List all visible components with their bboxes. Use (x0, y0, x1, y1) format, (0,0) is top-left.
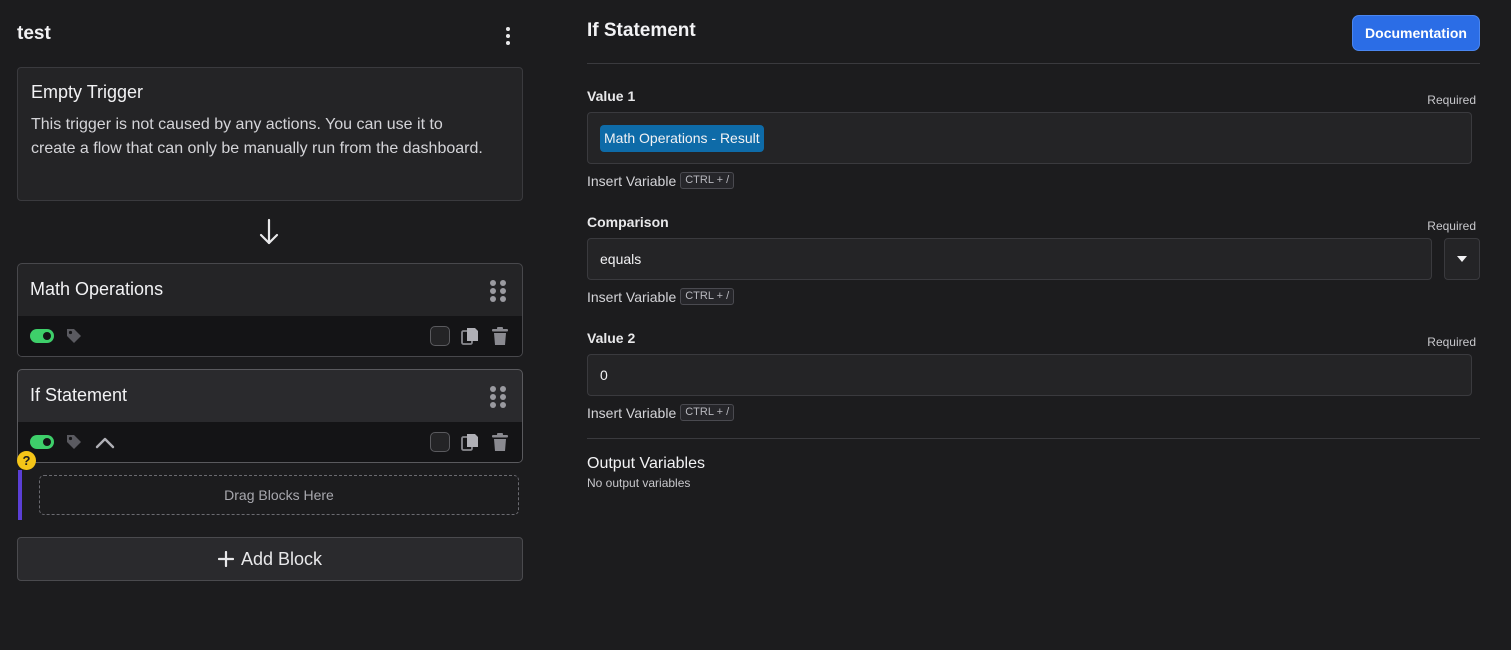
tag-icon[interactable] (65, 433, 83, 451)
divider (587, 63, 1480, 64)
value-2-value: 0 (600, 367, 608, 383)
field-label-value-1: Value 1 (587, 88, 636, 104)
panel-title: If Statement (587, 20, 696, 41)
shortcut-hint: CTRL + / (680, 404, 735, 421)
block-header[interactable]: If Statement (18, 370, 522, 422)
output-variables-title: Output Variables (587, 455, 705, 472)
flow-header: test (17, 23, 523, 49)
drop-zone-label: Drag Blocks Here (224, 487, 334, 503)
nested-branch-bar (18, 470, 22, 520)
value-2-input[interactable]: 0 (587, 354, 1472, 396)
enable-toggle[interactable] (30, 435, 54, 449)
value-1-input[interactable]: Math Operations - Result (587, 112, 1472, 164)
insert-variable-link[interactable]: Insert Variable CTRL + / (587, 172, 735, 189)
select-checkbox[interactable] (430, 432, 450, 452)
duplicate-icon[interactable] (460, 432, 480, 452)
flow-title: test (17, 23, 51, 44)
help-icon[interactable]: ? (17, 451, 36, 470)
drag-handle-icon[interactable] (490, 280, 506, 302)
trash-icon[interactable] (490, 326, 510, 346)
trigger-description: This trigger is not caused by any action… (31, 116, 483, 157)
block-toolbar (18, 422, 522, 462)
tag-icon[interactable] (65, 327, 83, 345)
block-card-if-statement[interactable]: If Statement (17, 369, 523, 463)
insert-variable-label: Insert Variable (587, 404, 677, 421)
caret-down-icon (1457, 256, 1467, 262)
select-checkbox[interactable] (430, 326, 450, 346)
output-variables-empty: No output variables (587, 476, 691, 490)
chevron-up-icon[interactable] (95, 435, 115, 449)
shortcut-hint: CTRL + / (680, 172, 735, 189)
arrow-down-icon (259, 218, 279, 245)
block-card-math-operations[interactable]: Math Operations (17, 263, 523, 357)
block-title: If Statement (30, 385, 128, 405)
trigger-card[interactable]: Empty Trigger This trigger is not caused… (17, 67, 523, 201)
trash-icon[interactable] (490, 432, 510, 452)
add-block-button[interactable]: Add Block (17, 537, 523, 581)
divider (587, 438, 1480, 439)
variable-chip[interactable]: Math Operations - Result (600, 125, 764, 152)
add-block-label: Add Block (240, 548, 323, 569)
flow-editor: test Empty Trigger This trigger is not c… (17, 0, 523, 650)
block-settings-panel: If Statement Documentation Value 1 Requi… (587, 0, 1480, 650)
insert-variable-link[interactable]: Insert Variable CTRL + / (587, 288, 735, 305)
enable-toggle[interactable] (30, 329, 54, 343)
required-label: Required (1427, 93, 1476, 107)
field-label-value-2: Value 2 (587, 330, 636, 346)
field-label-comparison: Comparison (587, 214, 669, 230)
shortcut-hint: CTRL + / (680, 288, 735, 305)
drag-handle-icon[interactable] (490, 386, 506, 408)
documentation-button[interactable]: Documentation (1352, 15, 1480, 51)
plus-icon (217, 551, 234, 567)
drop-zone[interactable]: Drag Blocks Here (39, 475, 519, 515)
block-title: Math Operations (30, 279, 164, 299)
block-toolbar (18, 316, 522, 356)
insert-variable-label: Insert Variable (587, 288, 677, 305)
required-label: Required (1427, 335, 1476, 349)
block-header[interactable]: Math Operations (18, 264, 522, 316)
comparison-value: equals (600, 251, 642, 267)
duplicate-icon[interactable] (460, 326, 480, 346)
comparison-dropdown-button[interactable] (1444, 238, 1480, 280)
insert-variable-link[interactable]: Insert Variable CTRL + / (587, 404, 735, 421)
trigger-title: Empty Trigger (31, 82, 144, 102)
required-label: Required (1427, 219, 1476, 233)
insert-variable-label: Insert Variable (587, 172, 677, 189)
more-options-icon[interactable] (493, 23, 523, 49)
comparison-input[interactable]: equals (587, 238, 1432, 280)
